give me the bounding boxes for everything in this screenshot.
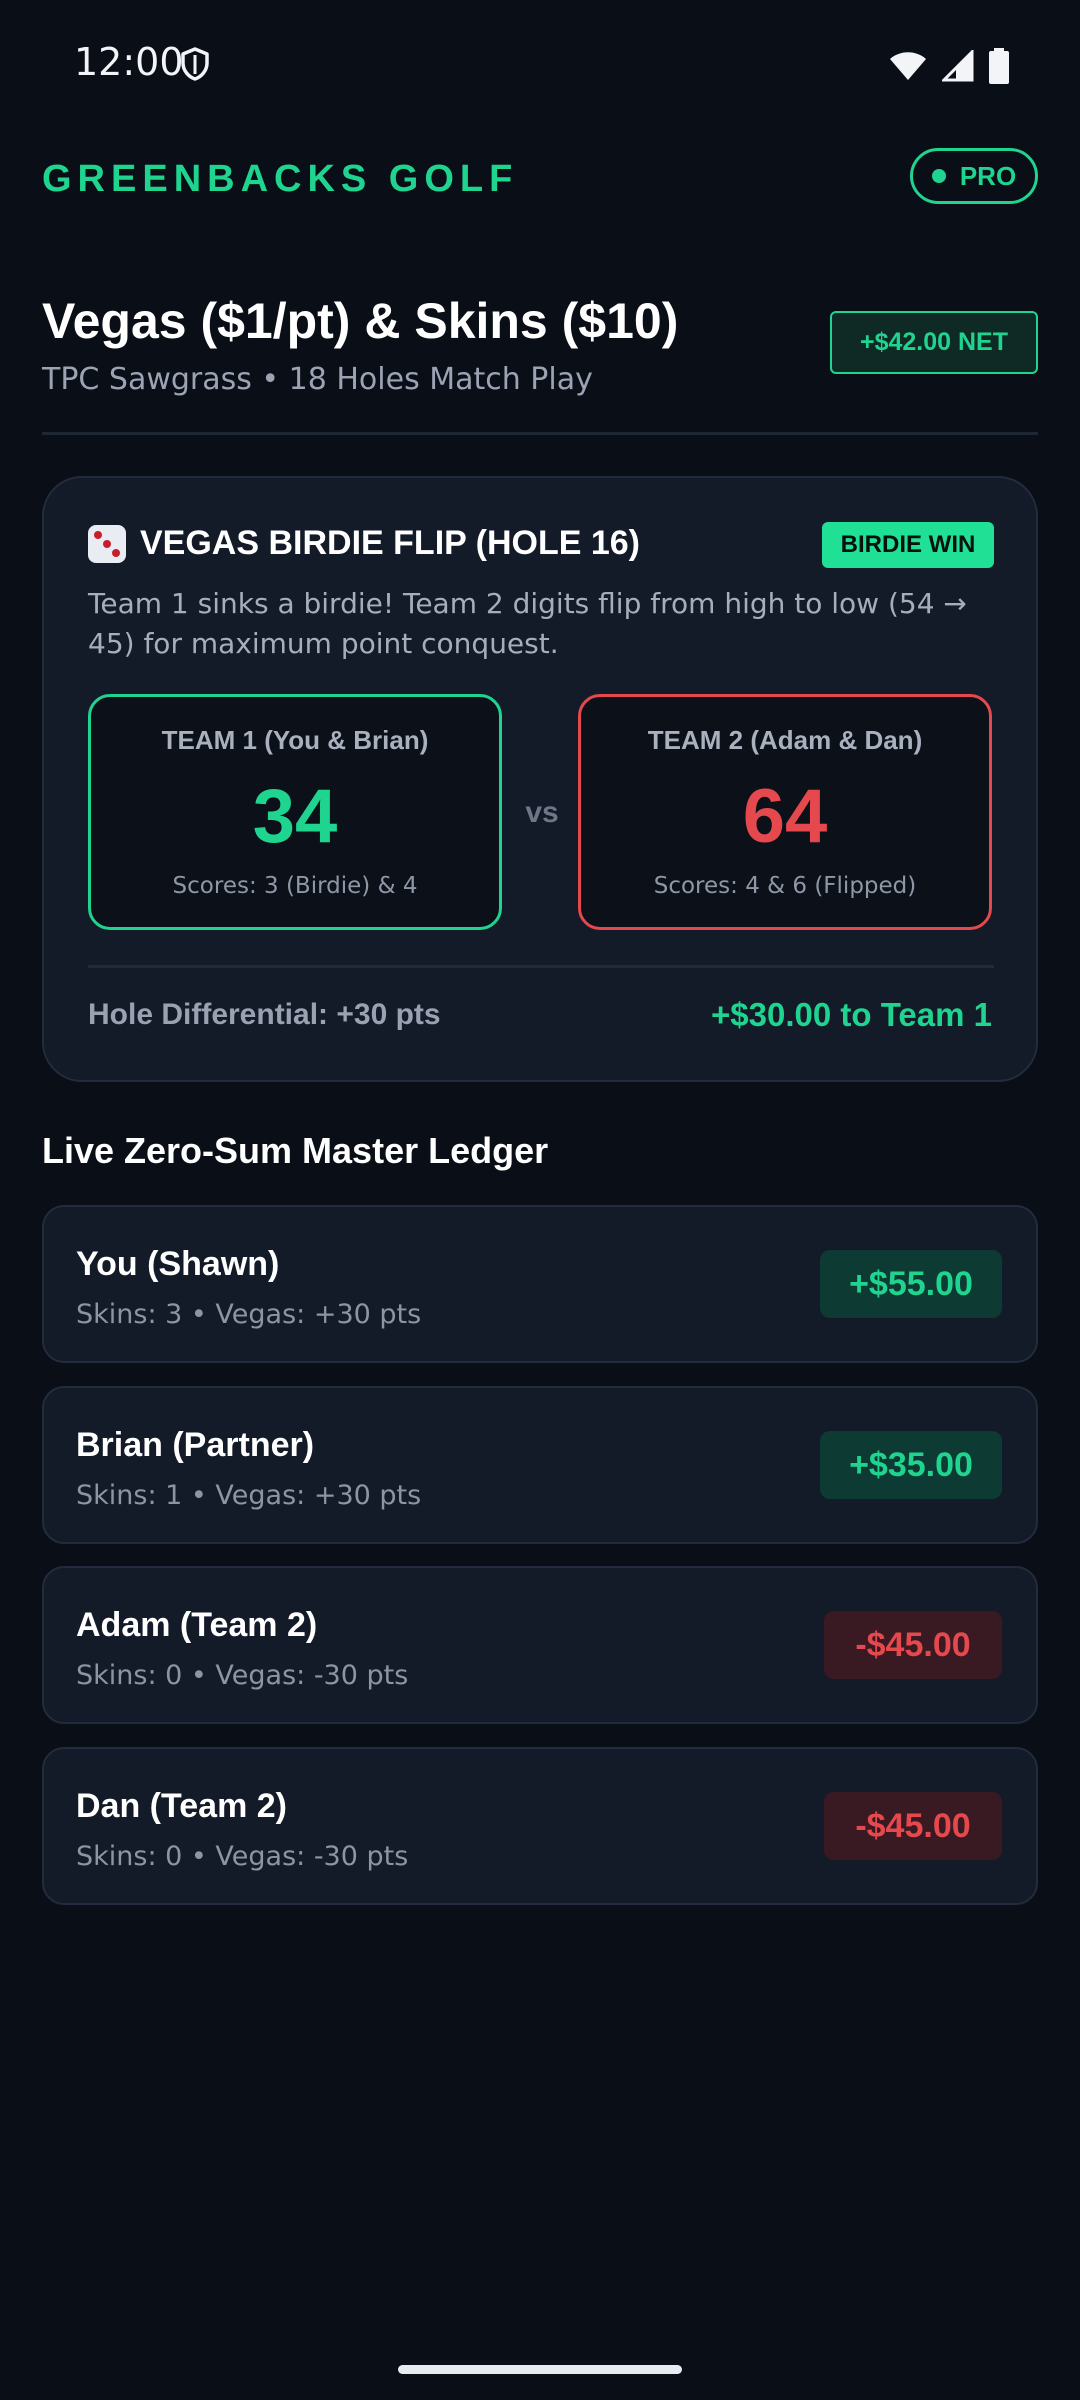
ledger-row-shawn[interactable]: You (Shawn) Skins: 3 • Vegas: +30 pts +$…	[42, 1205, 1038, 1363]
player-stats: Skins: 1 • Vegas: +30 pts	[76, 1480, 422, 1511]
birdie-win-badge: BIRDIE WIN	[822, 522, 994, 568]
status-time: 12:00	[74, 40, 184, 84]
player-balance: +$55.00	[820, 1250, 1002, 1318]
team-2-scores-note: Scores: 4 & 6 (Flipped)	[653, 873, 917, 899]
ledger-row-brian[interactable]: Brian (Partner) Skins: 1 • Vegas: +30 pt…	[42, 1386, 1038, 1544]
flip-card-title: VEGAS BIRDIE FLIP (HOLE 16)	[88, 524, 640, 563]
flip-description: Team 1 sinks a birdie! Team 2 digits fli…	[88, 587, 967, 660]
shield-icon	[180, 47, 210, 85]
pro-badge[interactable]: PRO	[910, 148, 1038, 204]
status-bar: 12:00	[0, 0, 1080, 130]
player-balance: +$35.00	[820, 1431, 1002, 1499]
flip-card-title-text: VEGAS BIRDIE FLIP (HOLE 16)	[140, 524, 641, 562]
app-name: GREENBACKS GOLF	[42, 158, 519, 200]
team-2-score: 64	[742, 774, 828, 859]
ledger-title: Live Zero-Sum Master Ledger	[42, 1130, 549, 1171]
ledger-row-dan[interactable]: Dan (Team 2) Skins: 0 • Vegas: -30 pts -…	[42, 1747, 1038, 1905]
team-2-score-box[interactable]: TEAM 2 (Adam & Dan) 64 Scores: 4 & 6 (Fl…	[578, 694, 992, 930]
battery-icon	[988, 48, 1010, 88]
dot-icon	[931, 169, 946, 183]
signal-icon	[940, 48, 974, 86]
player-name: You (Shawn)	[76, 1245, 280, 1283]
player-stats: Skins: 3 • Vegas: +30 pts	[76, 1299, 422, 1330]
team-1-score-box[interactable]: TEAM 1 (You & Brian) 34 Scores: 3 (Birdi…	[88, 694, 502, 930]
match-title: Vegas ($1/pt) & Skins ($10)	[42, 293, 679, 349]
app-header: GREENBACKS GOLF PRO	[42, 148, 1038, 212]
ledger-row-adam[interactable]: Adam (Team 2) Skins: 0 • Vegas: -30 pts …	[42, 1566, 1038, 1724]
player-stats: Skins: 0 • Vegas: -30 pts	[76, 1660, 409, 1691]
pro-badge-label: PRO	[959, 160, 1017, 191]
net-badge: +$42.00 NET	[830, 311, 1038, 374]
team-2-name: TEAM 2 (Adam & Dan)	[647, 725, 923, 755]
status-icons	[888, 48, 1010, 88]
wifi-icon	[888, 50, 928, 86]
birdie-flip-card: VEGAS BIRDIE FLIP (HOLE 16) BIRDIE WIN T…	[42, 476, 1038, 1082]
player-name: Dan (Team 2)	[76, 1787, 287, 1825]
team-1-name: TEAM 1 (You & Brian)	[161, 725, 429, 755]
player-stats: Skins: 0 • Vegas: -30 pts	[76, 1841, 409, 1872]
player-balance: -$45.00	[824, 1611, 1002, 1679]
divider	[42, 432, 1038, 435]
player-balance: -$45.00	[824, 1792, 1002, 1860]
team-1-score: 34	[252, 774, 338, 859]
hole-payout: +$30.00 to Team 1	[711, 996, 992, 1033]
team-1-scores-note: Scores: 3 (Birdie) & 4	[172, 873, 418, 899]
divider	[88, 965, 994, 968]
dice-icon	[88, 524, 126, 563]
player-name: Adam (Team 2)	[76, 1606, 318, 1644]
hole-differential: Hole Differential: +30 pts	[88, 998, 441, 1031]
match-subtitle: TPC Sawgrass • 18 Holes Match Play	[42, 362, 593, 397]
home-indicator[interactable]	[398, 2365, 682, 2374]
player-name: Brian (Partner)	[76, 1426, 315, 1464]
vs-label: vs	[525, 796, 559, 829]
